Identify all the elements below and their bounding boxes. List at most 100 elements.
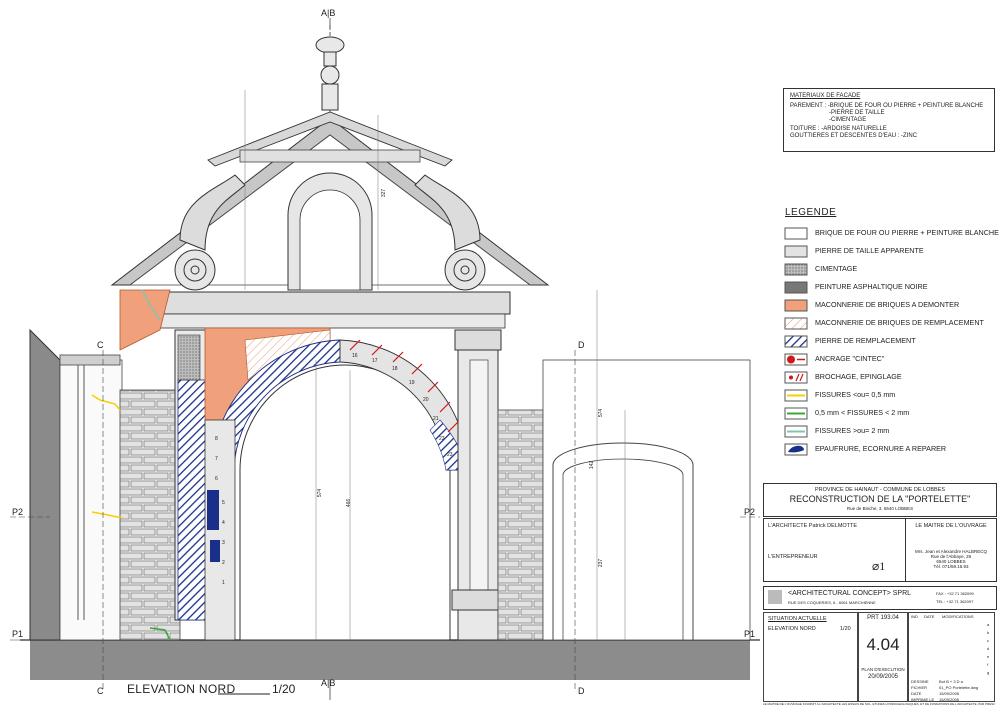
rev-letter: d xyxy=(987,646,990,651)
stone-number: 8 xyxy=(215,436,218,442)
rev-letter: a xyxy=(987,622,990,627)
architect-box: L'ARCHITECTE Patrick DELMOTTE L'ENTREPRE… xyxy=(763,518,907,582)
entrepreneur-label: L'ENTREPRENEUR xyxy=(768,554,818,560)
drawing-title: ELEVATION NORD xyxy=(127,682,236,696)
stone-number: 22 xyxy=(439,436,445,442)
dimension-label: 327 xyxy=(381,188,388,198)
section-mark-d-top: D xyxy=(578,340,585,350)
stone-number: 7 xyxy=(215,456,218,462)
legend-label: EPAUFRURE, ECORNURE A REPARER xyxy=(815,444,947,453)
sheet-number-cell: PRT 193.04 4.04 PLAN D'EXECUTION 20/09/2… xyxy=(858,612,908,702)
rev-header: IND xyxy=(911,614,918,619)
sheet-number: 4.04 xyxy=(866,635,900,654)
office-fax: FAX : +32 71 362099 xyxy=(936,591,974,596)
project-title: RECONSTRUCTION DE LA "PORTELETTE" xyxy=(789,494,971,504)
section-mark-p1-left: P1 xyxy=(12,629,24,639)
dimension-label: 574 xyxy=(598,408,605,418)
materials-line: -CIMENTAGE xyxy=(829,117,867,123)
legend-label: 0,5 mm < FISSURES < 2 mm xyxy=(815,408,910,417)
stone-number: 16 xyxy=(352,353,358,359)
section-mark-p1-right: P1 xyxy=(744,629,756,639)
materials-line: -PIERRE DE TAILLE xyxy=(829,110,885,116)
dimension-label: 237 xyxy=(598,558,605,568)
rev-letter: c xyxy=(987,638,989,643)
project-title-box: PROVINCE DE HAINAUT - COMMUNE DE LOBBES … xyxy=(763,483,997,517)
office-logo xyxy=(768,590,782,604)
rev-letter: e xyxy=(987,654,990,659)
legend-label: PIERRE DE TAILLE APPARENTE xyxy=(815,246,924,255)
sheet-view: ELEVATION NORD xyxy=(768,626,816,632)
office-box: <ARCHITECTURAL CONCEPT> SPRL RUE DES COQ… xyxy=(763,586,997,610)
legend-label: FISSURES >ou= 2 mm xyxy=(815,426,890,435)
section-mark-c-top: C xyxy=(97,340,104,350)
arch-opening xyxy=(239,364,451,641)
legend-label: MACONNERIE DE BRIQUES A DEMONTER xyxy=(815,300,960,309)
section-mark-p2-left: P2 xyxy=(12,507,24,517)
section-mark-c-bottom: C xyxy=(97,686,104,696)
dimension-label: 142 xyxy=(589,460,596,470)
legend-label: PEINTURE ASPHALTIQUE NOIRE xyxy=(815,282,928,291)
dimension-label: 466 xyxy=(346,498,353,508)
legend-label: MACONNERIE DE BRIQUES DE REMPLACEMENT xyxy=(815,318,984,327)
dimension-label: 574 xyxy=(317,488,324,498)
stone-number: 20 xyxy=(423,397,429,403)
drawing-scale: 1/20 xyxy=(272,682,296,696)
materials-line: PAREMENT : -BRIQUE DE FOUR OU PIERRE + P… xyxy=(790,103,984,109)
finial xyxy=(315,25,345,112)
legend-label: ANCRAGE "CINTEC" xyxy=(815,354,885,363)
owner-line: Tél. 071/59.15.93 xyxy=(933,564,969,569)
architect-label: L'ARCHITECTE Patrick DELMOTTE xyxy=(768,523,858,529)
owner-box: LE MAITRE DE L'OUVRAGE Mrs. Jean et Alex… xyxy=(905,518,997,582)
stone-number: 3 xyxy=(222,540,225,546)
stone-number: 5 xyxy=(222,500,225,506)
section-mark-ab-bottom: A|B xyxy=(321,678,336,688)
office-name: <ARCHITECTURAL CONCEPT> SPRL xyxy=(788,590,912,597)
prt-value: 193.04 xyxy=(880,615,899,621)
stone-number: 21 xyxy=(433,416,439,422)
owner-label: LE MAITRE DE L'OUVRAGE xyxy=(915,523,987,529)
stone-number: 19 xyxy=(409,380,415,386)
legend-title: LEGENDE xyxy=(785,207,837,218)
office-address: RUE DES COQUERIES, 6 - 6061 MARCHIENNE xyxy=(788,600,876,605)
left-wall-section xyxy=(29,328,61,641)
meta-value: 15/09/2005 xyxy=(939,691,960,696)
legend-label: CIMENTAGE xyxy=(815,264,858,273)
rev-letter: g xyxy=(987,670,990,675)
materials-box: MATERIAUX DE FACADE PAREMENT : -BRIQUE D… xyxy=(783,88,995,152)
sheet-scale: 1/20 xyxy=(840,626,851,632)
meta-key: DESSINE xyxy=(911,679,929,684)
rev-letter: b xyxy=(987,630,990,635)
ground-band xyxy=(30,640,750,680)
left-pier-bricks xyxy=(119,389,181,641)
sheet-date: 20/09/2005 xyxy=(867,674,899,680)
sheet-phase: PLAN D'EXECUTION xyxy=(861,667,905,672)
legend-label: FISSURES <ou= 0,5 mm xyxy=(815,390,896,399)
legend-label: PIERRE DE REMPLACEMENT xyxy=(815,336,916,345)
prt-label: PRT xyxy=(867,615,879,621)
materials-title: MATERIAUX DE FACADE xyxy=(790,93,861,99)
legend-label: BRIQUE DE FOUR OU PIERRE + PEINTURE BLAN… xyxy=(815,228,999,237)
stone-number: 4 xyxy=(222,520,225,526)
meta-value: Bot B + 3 D a xyxy=(939,679,963,684)
sheet-footer: LE MAITRE DE L'OUVRAGE FOURNIT A L'ARCHI… xyxy=(763,703,995,706)
entablature xyxy=(154,291,511,315)
architect-logo: ⌀1 xyxy=(872,559,886,573)
legend-swatches xyxy=(784,227,808,456)
meta-value: 01_PO Portelette.dwg xyxy=(939,685,979,690)
stone-number: 23 xyxy=(447,452,453,458)
sheet-situation-cell: SITUATION ACTUELLE ELEVATION NORD 1/20 xyxy=(763,612,858,702)
stone-number: 1 xyxy=(222,580,225,586)
legend-label: BROCHAGE, EPINGLAGE xyxy=(815,372,902,381)
section-mark-d-bottom: D xyxy=(578,686,585,696)
project-province: PROVINCE DE HAINAUT - COMMUNE DE LOBBES xyxy=(814,487,946,493)
section-mark-ab-top: A|B xyxy=(321,8,336,18)
section-mark-p2-right: P2 xyxy=(744,507,756,517)
stone-number: 6 xyxy=(215,476,218,482)
meta-key: IMPRIME LE xyxy=(911,697,935,702)
rev-letter: f xyxy=(987,662,989,667)
stone-number: 17 xyxy=(372,358,378,364)
right-building xyxy=(542,359,751,641)
meta-value: 15/09/2005 xyxy=(939,697,960,702)
materials-line: GOUTTIERES ET DESCENTES D'EAU : -ZINC xyxy=(790,133,918,139)
meta-key: DATE xyxy=(911,691,922,696)
